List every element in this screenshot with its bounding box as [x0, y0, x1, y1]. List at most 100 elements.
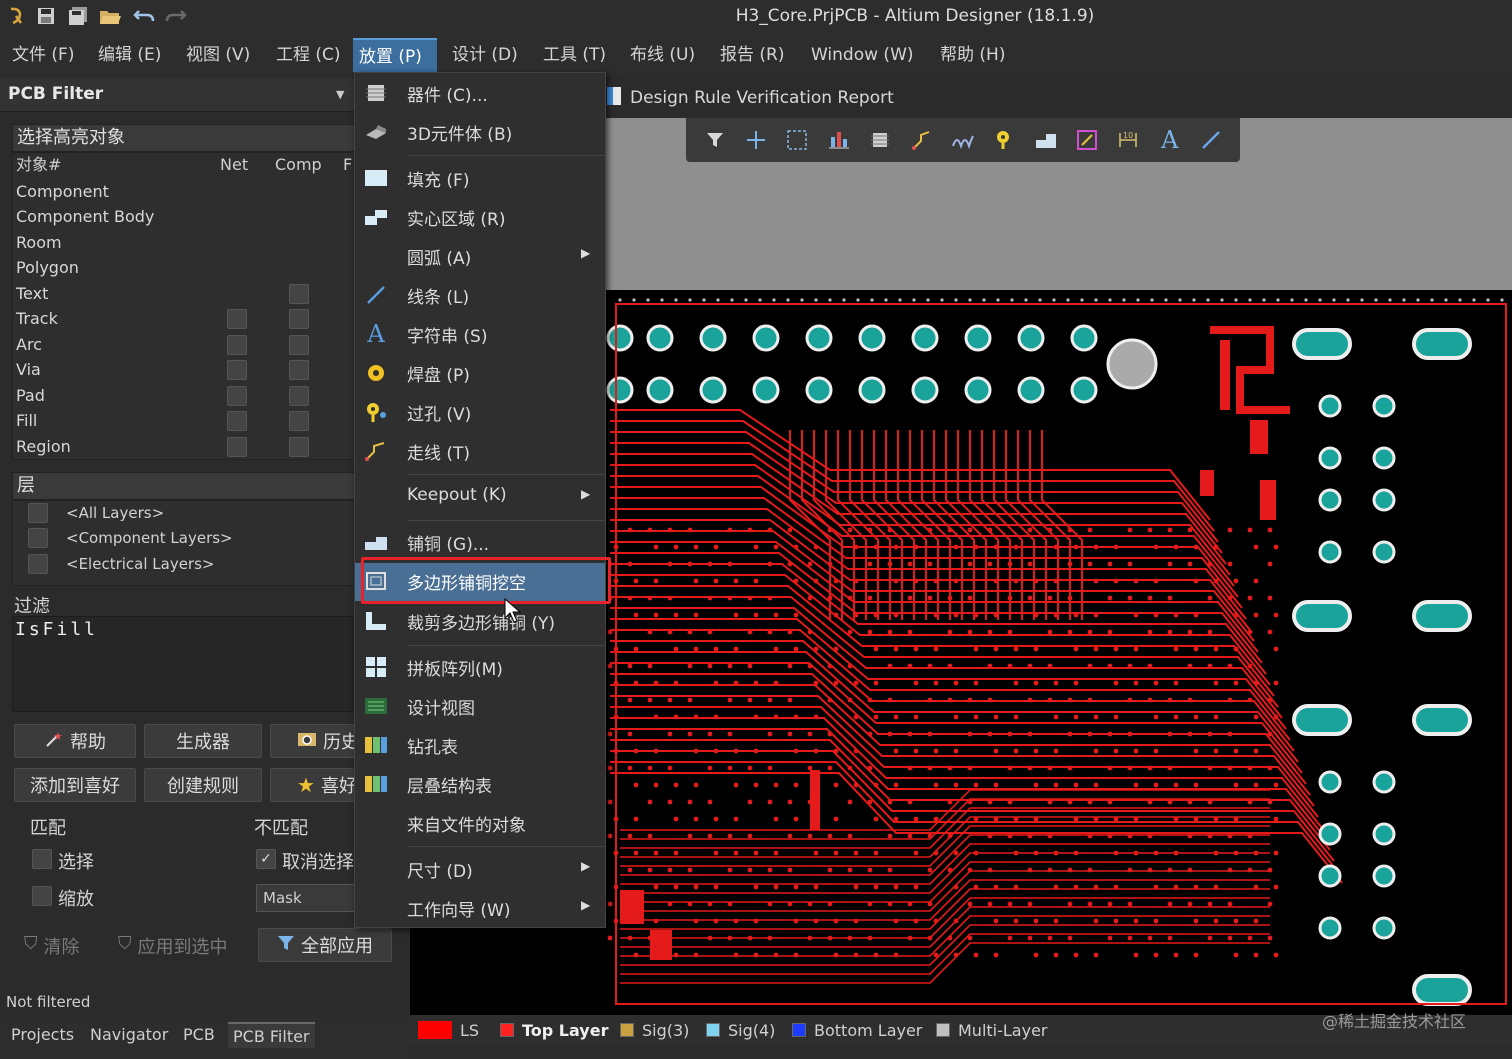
menu-place-work-guide[interactable]: 工作向导 (W) ▶	[355, 890, 605, 926]
via-comp-checkbox[interactable]	[289, 360, 309, 380]
history-button[interactable]: 历史	[270, 724, 356, 758]
object-row-pad[interactable]: Pad	[16, 383, 45, 408]
track-comp-checkbox[interactable]	[289, 309, 309, 329]
layer-electrical[interactable]: <Electrical Layers>	[66, 555, 214, 573]
menu-place-objects-from-file[interactable]: 来自文件的对象	[355, 805, 605, 841]
col-object[interactable]: 对象#	[16, 152, 61, 178]
menu-design[interactable]: 设计 (D)	[446, 38, 524, 72]
track-net-checkbox[interactable]	[227, 309, 247, 329]
menu-route[interactable]: 布线 (U)	[624, 38, 701, 72]
panel-header[interactable]: PCB Filter ▼	[0, 78, 356, 112]
pad-comp-checkbox[interactable]	[289, 386, 309, 406]
route-icon[interactable]	[907, 125, 937, 155]
component-layers-checkbox[interactable]	[28, 528, 48, 548]
layer-tab-sig3[interactable]: Sig(3)	[620, 1019, 689, 1041]
via-toolbar-icon[interactable]	[989, 125, 1019, 155]
menu-place-polygon-pour[interactable]: 铺铜 (G)...	[355, 524, 605, 560]
menu-place-line[interactable]: 线条 (L)	[355, 277, 605, 313]
via-net-checkbox[interactable]	[227, 360, 247, 380]
object-row-track[interactable]: Track	[16, 306, 58, 331]
layer-tab-multi[interactable]: Multi-Layer	[936, 1019, 1048, 1041]
tab-projects[interactable]: Projects	[6, 1022, 79, 1048]
layer-tab-bottom[interactable]: Bottom Layer	[792, 1019, 922, 1041]
save-all-icon[interactable]	[66, 4, 90, 28]
object-row-room[interactable]: Room	[16, 230, 62, 255]
string-toolbar-icon[interactable]: A	[1155, 125, 1185, 155]
builder-button[interactable]: 生成器	[144, 724, 262, 758]
fill-comp-checkbox[interactable]	[289, 411, 309, 431]
menu-place-solid-region[interactable]: 实心区域 (R)	[355, 199, 605, 235]
object-row-component-body[interactable]: Component Body	[16, 204, 154, 229]
menu-tools[interactable]: 工具 (T)	[537, 38, 612, 72]
place-component-icon[interactable]	[865, 125, 895, 155]
app-logo-icon[interactable]	[4, 4, 28, 28]
menu-place-3d-body[interactable]: 3D元件体 (B)	[355, 114, 605, 150]
menu-place-drill-table[interactable]: 钻孔表	[355, 727, 605, 763]
object-row-polygon[interactable]: Polygon	[16, 255, 79, 280]
favorites-button[interactable]: ★ 喜好	[270, 768, 356, 802]
arc-net-checkbox[interactable]	[227, 335, 247, 355]
menu-file[interactable]: 文件 (F)	[6, 38, 80, 72]
object-row-text[interactable]: Text	[16, 281, 48, 306]
clear-button[interactable]: ⛉ 清除	[24, 933, 80, 959]
all-layers-checkbox[interactable]	[28, 503, 48, 523]
tab-pcb-filter[interactable]: PCB Filter	[228, 1022, 315, 1048]
menu-place-pad[interactable]: 焊盘 (P)	[355, 355, 605, 391]
zoom-checkbox[interactable]	[32, 886, 52, 906]
menu-place[interactable]: 放置 (P)	[353, 38, 437, 72]
save-icon[interactable]	[34, 4, 58, 28]
menu-place-slice-polygon[interactable]: 裁剪多边形铺铜 (Y)	[355, 603, 605, 639]
select-checkbox[interactable]	[32, 849, 52, 869]
fill-net-checkbox[interactable]	[227, 411, 247, 431]
dimension-icon[interactable]: 10	[1113, 125, 1143, 155]
menu-window[interactable]: Window (W)	[805, 38, 920, 72]
layer-tab-sig4[interactable]: Sig(4)	[706, 1019, 775, 1041]
layer-all[interactable]: <All Layers>	[66, 504, 164, 522]
object-row-region[interactable]: Region	[16, 434, 71, 459]
panel-dropdown-icon[interactable]: ▼	[336, 88, 344, 101]
menu-place-keepout[interactable]: Keepout (K) ▶	[355, 479, 605, 515]
diff-pair-icon[interactable]	[948, 125, 978, 155]
region-net-checkbox[interactable]	[227, 437, 247, 457]
menu-place-design-view[interactable]: 设计视图	[355, 688, 605, 724]
menu-place-fill[interactable]: 填充 (F)	[355, 160, 605, 196]
open-folder-icon[interactable]	[98, 4, 122, 28]
select-rect-icon[interactable]	[782, 125, 812, 155]
menu-reports[interactable]: 报告 (R)	[714, 38, 790, 72]
filter-query-input[interactable]: IsFill	[12, 616, 356, 712]
menu-place-panel-array[interactable]: 拼板阵列(M)	[355, 649, 605, 685]
object-row-fill[interactable]: Fill	[16, 408, 37, 433]
menu-edit[interactable]: 编辑 (E)	[92, 38, 167, 72]
menu-place-dimension[interactable]: 尺寸 (D) ▶	[355, 851, 605, 887]
line-toolbar-icon[interactable]	[1196, 125, 1226, 155]
add-to-favorites-button[interactable]: 添加到喜好	[14, 768, 136, 802]
tab-navigator[interactable]: Navigator	[85, 1022, 173, 1048]
mask-select[interactable]: Mask	[256, 884, 356, 912]
layer-tab-ls[interactable]: LS	[418, 1019, 479, 1041]
undo-icon[interactable]	[132, 4, 156, 28]
deselect-checkbox-checked[interactable]: ✓	[256, 849, 276, 869]
menu-view[interactable]: 视图 (V)	[180, 38, 256, 72]
keepout-icon[interactable]	[1072, 125, 1102, 155]
menu-place-string[interactable]: A 字符串 (S)	[355, 316, 605, 352]
apply-to-selection-button[interactable]: ⛉ 应用到选中	[118, 933, 228, 959]
filter-icon[interactable]	[700, 125, 730, 155]
col-net[interactable]: Net	[220, 152, 248, 178]
polygon-toolbar-icon[interactable]	[1031, 125, 1061, 155]
tab-drc-report[interactable]: Design Rule Verification Report	[606, 84, 894, 112]
electrical-layers-checkbox[interactable]	[28, 554, 48, 574]
text-comp-checkbox[interactable]	[289, 284, 309, 304]
apply-all-button[interactable]: 全部应用	[258, 928, 392, 962]
object-row-arc[interactable]: Arc	[16, 332, 42, 357]
object-row-via[interactable]: Via	[16, 357, 41, 382]
align-icon[interactable]	[824, 125, 854, 155]
tab-pcb[interactable]: PCB	[178, 1022, 220, 1048]
region-comp-checkbox[interactable]	[289, 437, 309, 457]
col-f[interactable]: F	[343, 152, 352, 178]
menu-help[interactable]: 帮助 (H)	[934, 38, 1011, 72]
menu-place-via[interactable]: 过孔 (V)	[355, 394, 605, 430]
menu-place-track[interactable]: 走线 (T)	[355, 433, 605, 469]
help-button[interactable]: 帮助	[14, 724, 136, 758]
object-row-component[interactable]: Component	[16, 179, 109, 204]
menu-project[interactable]: 工程 (C)	[270, 38, 347, 72]
